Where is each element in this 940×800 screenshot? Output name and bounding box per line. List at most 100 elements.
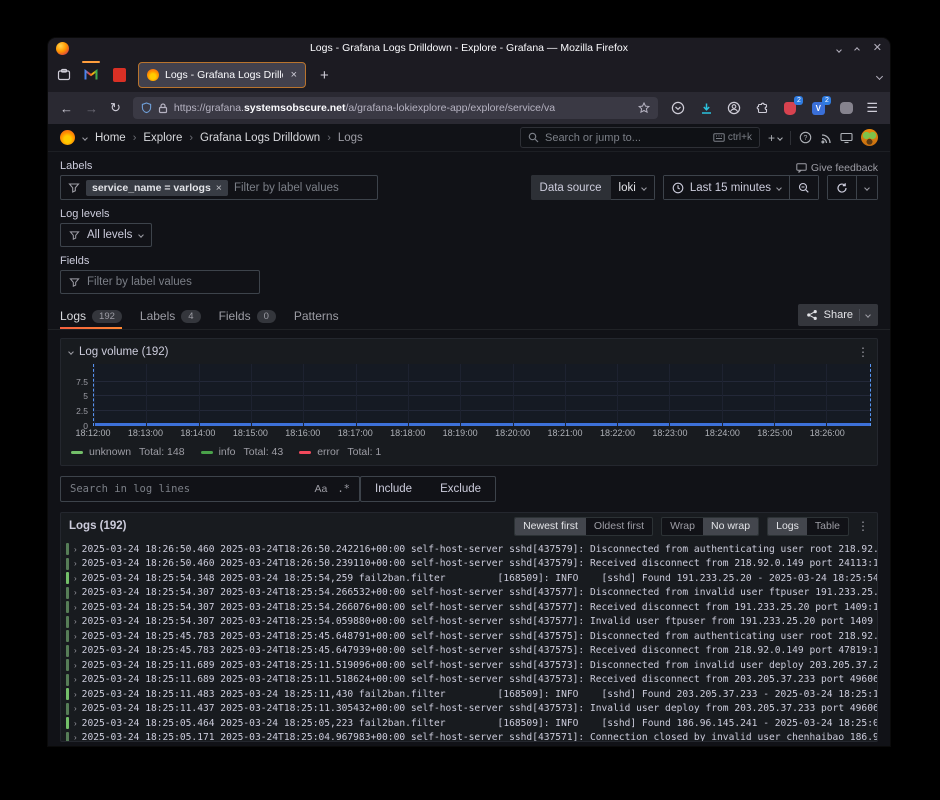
zoom-out-button[interactable] [790, 175, 819, 200]
menu-icon[interactable]: ☰ [866, 100, 878, 116]
refresh-interval-select[interactable] [857, 175, 878, 200]
toggle-option[interactable]: Table [807, 518, 848, 535]
active-tab[interactable]: Logs - Grafana Logs Drilldow × [138, 62, 306, 88]
label-filter-chip[interactable]: service_name = varlogs × [86, 180, 228, 196]
grafana-logo-icon[interactable] [60, 130, 75, 145]
minimize-button[interactable] [837, 39, 841, 57]
pocket-icon[interactable] [670, 100, 686, 116]
extension-blue-icon[interactable]: V [810, 100, 826, 116]
log-row[interactable]: ›2025-03-24 18:25:11.689 2025-03-24T18:2… [66, 658, 877, 673]
log-row[interactable]: ›2025-03-24 18:25:05.171 2025-03-24T18:2… [66, 731, 877, 742]
pinned-tab-red[interactable] [110, 62, 128, 88]
toggle-option[interactable]: Oldest first [586, 518, 652, 535]
help-icon[interactable]: ? [799, 131, 812, 144]
logs-panel-menu-icon[interactable]: ⋮ [857, 519, 869, 533]
download-icon[interactable] [698, 100, 714, 116]
log-row[interactable]: ›2025-03-24 18:25:11.437 2025-03-24T18:2… [66, 702, 877, 717]
gridline-vertical [356, 364, 357, 426]
log-row[interactable]: ›2025-03-24 18:26:50.460 2025-03-24T18:2… [66, 542, 877, 557]
breadcrumb-drilldown[interactable]: Grafana Logs Drilldown [200, 132, 320, 144]
collapse-icon[interactable] [68, 349, 74, 355]
chip-remove-icon[interactable]: × [216, 182, 222, 194]
search-input[interactable]: Search or jump to... ctrl+k [520, 127, 760, 148]
label-filter-input[interactable]: service_name = varlogs × Filter by label… [60, 175, 378, 200]
legend-item[interactable]: infoTotal: 43 [201, 446, 284, 458]
reload-button[interactable]: ↻ [110, 100, 121, 116]
lock-icon[interactable] [158, 103, 168, 114]
log-row[interactable]: ›2025-03-24 18:26:50.460 2025-03-24T18:2… [66, 557, 877, 572]
tracking-protection-shield-icon[interactable] [141, 102, 152, 114]
back-button[interactable]: ← [60, 101, 73, 116]
expand-row-icon[interactable]: › [74, 545, 77, 554]
expand-row-icon[interactable]: › [74, 588, 77, 597]
expand-row-icon[interactable]: › [74, 559, 77, 568]
toggle-option[interactable]: Newest first [515, 518, 586, 535]
log-row[interactable]: ›2025-03-24 18:25:54.348 2025-03-24 18:2… [66, 571, 877, 586]
expand-row-icon[interactable]: › [74, 733, 77, 741]
expand-row-icon[interactable]: › [74, 646, 77, 655]
tab-fields[interactable]: Fields0 [219, 309, 276, 329]
fields-filter-input[interactable]: Filter by label values [60, 270, 260, 294]
log-row[interactable]: ›2025-03-24 18:25:54.307 2025-03-24T18:2… [66, 600, 877, 615]
give-feedback-link[interactable]: Give feedback [796, 162, 878, 174]
log-line-search-input[interactable]: Search in log lines Aa .* [60, 476, 360, 502]
case-sensitivity-toggle[interactable]: Aa [315, 483, 328, 495]
firefox-view-icon[interactable] [56, 67, 72, 83]
time-range-picker[interactable]: Last 15 minutes [663, 175, 790, 200]
expand-row-icon[interactable]: › [74, 719, 77, 728]
close-window-button[interactable]: ✕ [873, 43, 882, 54]
forward-button[interactable]: → [85, 101, 98, 116]
exclude-button[interactable]: Exclude [426, 483, 495, 495]
include-button[interactable]: Include [361, 483, 426, 495]
log-row[interactable]: ›2025-03-24 18:25:45.783 2025-03-24T18:2… [66, 644, 877, 659]
tab-labels[interactable]: Labels4 [140, 309, 201, 329]
panel-menu-icon[interactable]: ⋮ [857, 345, 869, 359]
log-row[interactable]: ›2025-03-24 18:25:11.483 2025-03-24 18:2… [66, 687, 877, 702]
refresh-button[interactable] [827, 175, 857, 200]
fields-filter-placeholder: Filter by label values [87, 276, 192, 288]
expand-row-icon[interactable]: › [74, 603, 77, 612]
expand-row-icon[interactable]: › [74, 574, 77, 583]
log-row[interactable]: ›2025-03-24 18:25:54.307 2025-03-24T18:2… [66, 586, 877, 601]
list-tabs-icon[interactable] [877, 66, 882, 84]
maximize-button[interactable] [855, 39, 859, 57]
extension-gray-icon[interactable] [838, 100, 854, 116]
breadcrumb-home[interactable]: Home [95, 132, 126, 144]
monitor-icon[interactable] [840, 132, 853, 144]
log-row[interactable]: ›2025-03-24 18:25:54.307 2025-03-24T18:2… [66, 615, 877, 630]
new-tab-button[interactable]: + [320, 67, 329, 84]
bookmark-star-icon[interactable] [638, 102, 650, 114]
expand-row-icon[interactable]: › [74, 617, 77, 626]
url-bar[interactable]: https://grafana.systemsobscure.net/a/gra… [133, 97, 658, 119]
regex-toggle[interactable]: .* [337, 483, 350, 495]
tab-close-icon[interactable]: × [291, 69, 297, 81]
expand-row-icon[interactable]: › [74, 661, 77, 670]
toggle-option[interactable]: Logs [768, 518, 807, 535]
legend-item[interactable]: errorTotal: 1 [299, 446, 381, 458]
log-row[interactable]: ›2025-03-24 18:25:45.783 2025-03-24T18:2… [66, 629, 877, 644]
expand-row-icon[interactable]: › [74, 690, 77, 699]
extension-red-icon[interactable] [782, 100, 798, 116]
news-rss-icon[interactable] [820, 132, 832, 144]
log-row[interactable]: ›2025-03-24 18:25:11.689 2025-03-24T18:2… [66, 673, 877, 688]
log-levels-select[interactable]: All levels [60, 223, 152, 247]
datasource-select[interactable]: loki [611, 175, 655, 200]
expand-row-icon[interactable]: › [74, 632, 77, 641]
expand-row-icon[interactable]: › [74, 704, 77, 713]
pinned-tab-gmail[interactable] [82, 62, 100, 88]
share-button[interactable]: Share [798, 304, 878, 326]
expand-row-icon[interactable]: › [74, 675, 77, 684]
extensions-puzzle-icon[interactable] [754, 100, 770, 116]
add-button[interactable]: + [768, 131, 782, 145]
toggle-option[interactable]: Wrap [662, 518, 703, 535]
breadcrumb-explore[interactable]: Explore [143, 132, 182, 144]
user-avatar[interactable] [861, 129, 878, 146]
tab-patterns[interactable]: Patterns [294, 309, 339, 329]
tab-logs[interactable]: Logs192 [60, 309, 122, 329]
toggle-option[interactable]: No wrap [703, 518, 758, 535]
legend-item[interactable]: unknownTotal: 148 [71, 446, 185, 458]
breadcrumb-logs[interactable]: Logs [338, 132, 363, 144]
account-icon[interactable] [726, 100, 742, 116]
log-row[interactable]: ›2025-03-24 18:25:05.464 2025-03-24 18:2… [66, 716, 877, 731]
chart-plot[interactable] [93, 364, 871, 426]
